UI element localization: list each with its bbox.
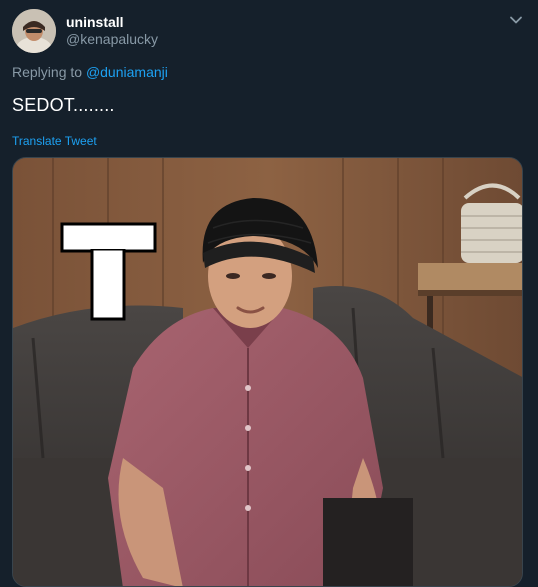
translate-tweet-link[interactable]: Translate Tweet xyxy=(12,134,97,148)
avatar[interactable] xyxy=(12,9,56,53)
chevron-down-icon xyxy=(510,16,522,24)
replying-prefix: Replying to xyxy=(12,64,83,80)
tweet-text: SEDOT........ xyxy=(12,95,115,115)
user-handle[interactable]: @kenapalucky xyxy=(66,30,158,48)
tweet: uninstall @kenapalucky Replying to @duni… xyxy=(0,0,538,587)
display-name[interactable]: uninstall xyxy=(66,13,124,31)
replying-to: Replying to @duniamanji xyxy=(12,63,168,81)
media-photo: T xyxy=(13,158,522,586)
avatar-image xyxy=(12,9,56,53)
tweet-media[interactable]: T xyxy=(12,157,523,587)
replying-mention-link[interactable]: @duniamanji xyxy=(86,64,168,80)
more-menu-button[interactable] xyxy=(508,12,524,28)
